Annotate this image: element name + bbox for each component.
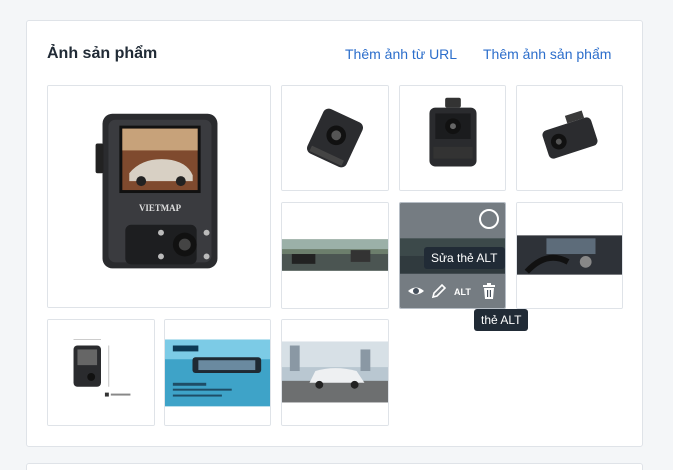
product-image-10[interactable] [281, 319, 389, 426]
product-image-2[interactable] [281, 85, 389, 191]
product-images-card: Ảnh sản phẩm Thêm ảnh từ URL Thêm ảnh sả… [26, 20, 643, 447]
trash-icon[interactable] [480, 282, 498, 300]
product-image-main[interactable]: VIETMAP [47, 85, 271, 308]
product-image-3[interactable] [399, 85, 506, 191]
brand-text: VIETMAP [139, 203, 182, 213]
select-circle-icon[interactable] [479, 209, 499, 229]
product-image-7[interactable] [516, 202, 623, 309]
alt-button[interactable]: ALT [454, 287, 471, 297]
product-image-4[interactable] [516, 85, 623, 191]
add-product-image-link[interactable]: Thêm ảnh sản phẩm [483, 46, 611, 62]
edit-alt-tooltip: Sửa thẻ ALT [424, 247, 505, 269]
alt-tooltip: thẻ ALT [474, 309, 529, 331]
product-image-9[interactable] [164, 319, 271, 426]
eye-icon[interactable] [407, 282, 425, 300]
next-section-card [26, 463, 643, 470]
product-image-8[interactable] [47, 319, 155, 426]
pencil-icon[interactable] [430, 282, 448, 300]
product-image-5[interactable] [281, 202, 389, 309]
add-image-from-url-link[interactable]: Thêm ảnh từ URL [345, 46, 457, 62]
section-title: Ảnh sản phẩm [47, 45, 158, 62]
